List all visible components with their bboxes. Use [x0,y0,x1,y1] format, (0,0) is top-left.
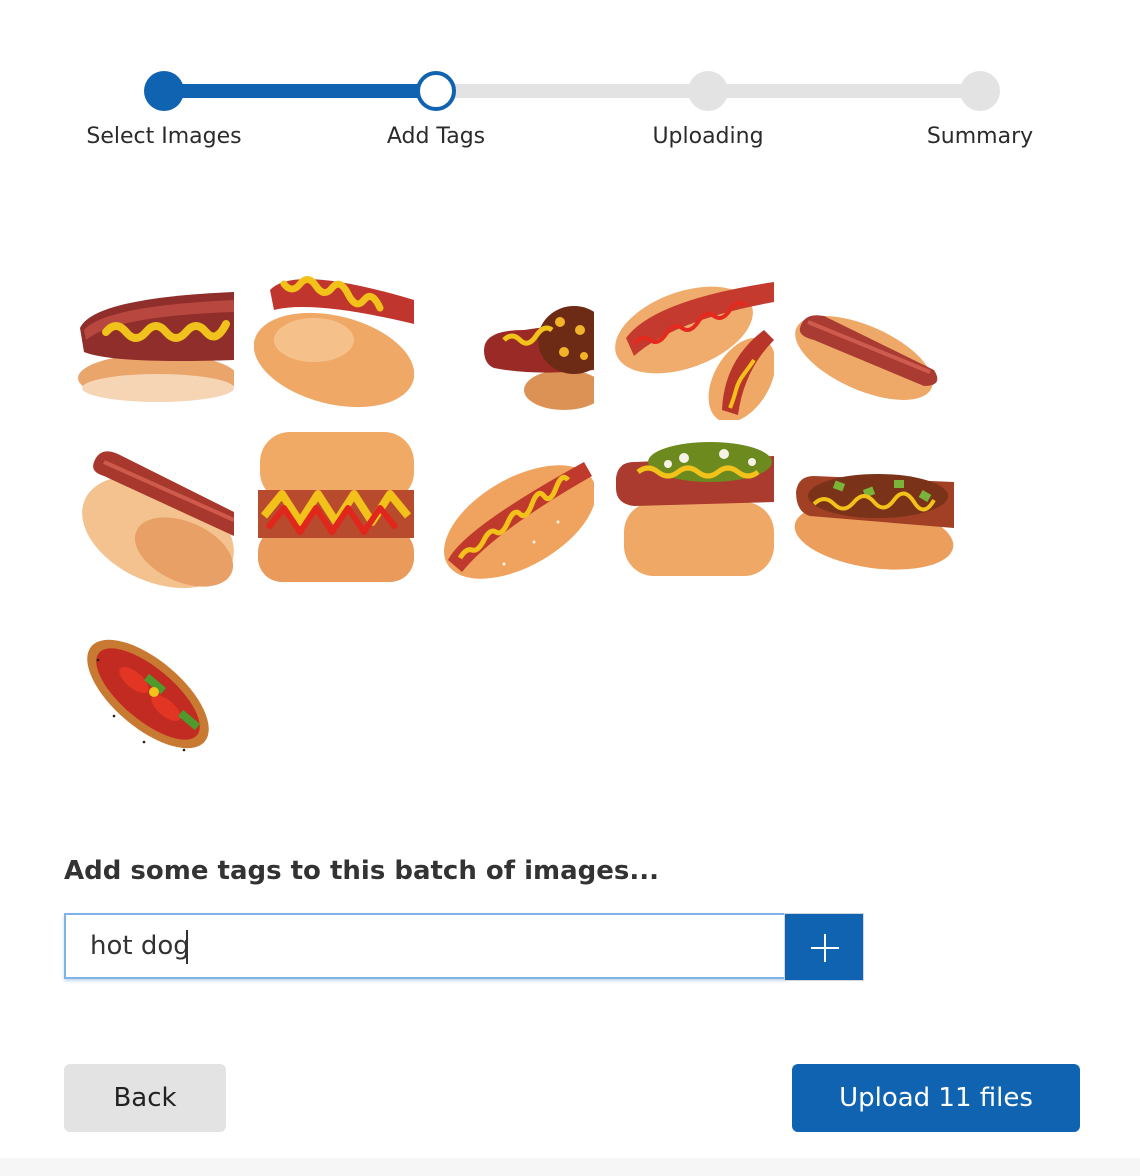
image-thumbnail[interactable] [794,260,954,420]
tags-heading: Add some tags to this batch of images... [64,856,660,886]
image-thumbnail-grid [74,260,974,780]
image-thumbnail[interactable] [434,260,594,420]
image-thumbnail[interactable] [794,432,954,592]
step-select-images-dot [144,71,184,111]
upload-files-button[interactable]: Upload 11 files [792,1064,1080,1132]
stepper-track-pending [436,84,708,98]
step-add-tags-label: Add Tags [386,124,486,149]
step-uploading-dot [688,71,728,111]
step-uploading-label: Uploading [652,124,764,149]
stepper-track-completed [164,84,436,98]
bottom-edge [0,1158,1140,1176]
progress-stepper: Select Images Add Tags Uploading Summary [0,0,1140,170]
image-thumbnail[interactable] [614,432,774,592]
add-tag-button[interactable] [784,913,864,981]
step-summary-dot [960,71,1000,111]
image-thumbnail[interactable] [254,432,414,592]
back-button[interactable]: Back [64,1064,226,1132]
plus-icon [811,934,839,962]
text-cursor [186,930,188,964]
image-thumbnail[interactable] [254,260,414,420]
tag-input[interactable] [64,913,786,979]
image-thumbnail[interactable] [74,260,234,420]
image-thumbnail[interactable] [74,620,234,780]
step-summary-label: Summary [926,124,1034,149]
image-thumbnail[interactable] [434,432,594,592]
image-thumbnail[interactable] [74,432,234,592]
step-select-images-label: Select Images [86,124,242,149]
step-add-tags-dot [416,71,456,111]
stepper-track-pending [708,84,980,98]
image-thumbnail[interactable] [614,260,774,420]
